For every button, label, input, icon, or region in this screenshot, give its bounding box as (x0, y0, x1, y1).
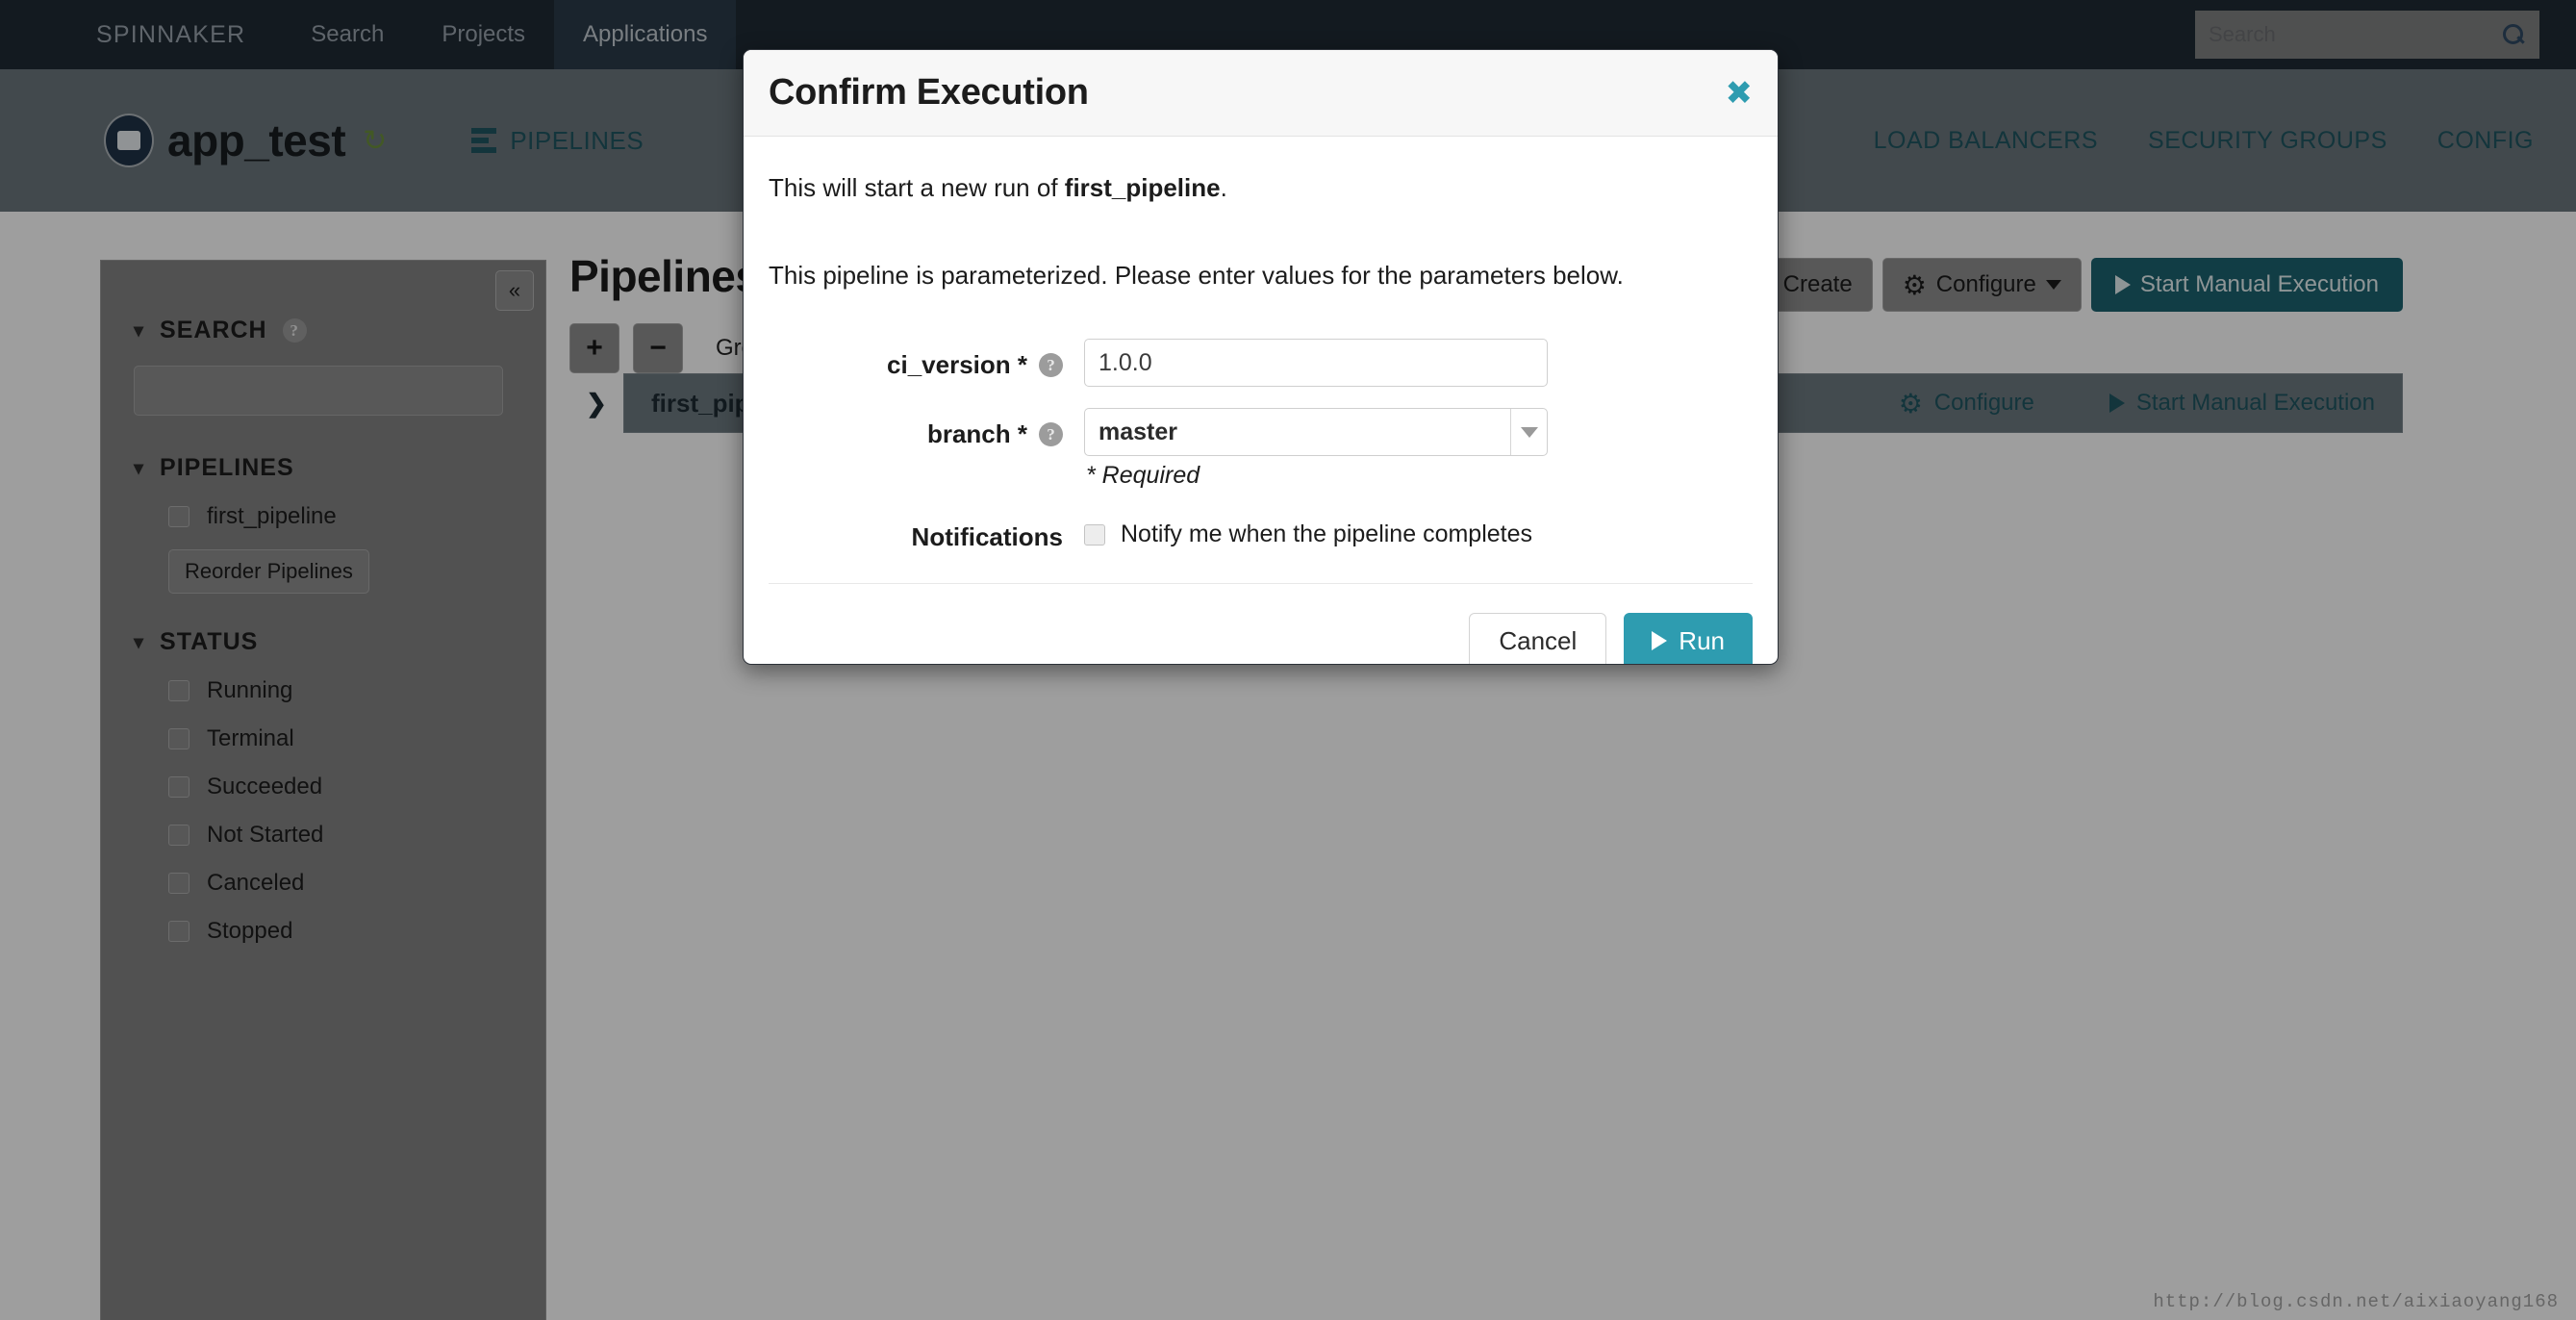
app-root: SPINNAKER Search Projects Applications a… (0, 0, 2576, 1320)
checkbox-icon[interactable] (1084, 523, 1105, 546)
modal-parameterized-note: This pipeline is parameterized. Please e… (769, 261, 1624, 290)
form-row-notifications: Notifications Notify me when the pipelin… (769, 511, 1753, 552)
parameters-form: ci_version * ? branch * ? master (769, 339, 1753, 552)
modal-title: Confirm Execution (769, 72, 1089, 113)
notifications-control: Notify me when the pipeline completes (1084, 511, 1753, 548)
modal-intro-pipeline-name: first_pipeline (1064, 173, 1221, 202)
ci-version-label-group: ci_version * ? (769, 339, 1084, 380)
close-icon[interactable]: ✖ (1726, 74, 1754, 113)
notifications-checkbox-label: Notify me when the pipeline completes (1121, 520, 1533, 547)
form-row-branch: branch * ? master * Required (769, 408, 1753, 490)
ci-version-input[interactable] (1084, 339, 1548, 387)
branch-control: master * Required (1084, 408, 1753, 490)
notifications-checkbox-row[interactable]: Notify me when the pipeline completes (1084, 511, 1753, 548)
run-button[interactable]: Run (1624, 613, 1753, 664)
help-icon[interactable]: ? (1039, 353, 1063, 377)
ci-version-label: ci_version * (887, 350, 1027, 379)
branch-select-value: master (1099, 418, 1177, 445)
modal-body: This will start a new run of first_pipel… (744, 137, 1778, 552)
modal-footer: Cancel Run (769, 583, 1753, 664)
form-row-ci-version: ci_version * ? (769, 339, 1753, 387)
branch-select[interactable]: master (1084, 408, 1548, 456)
ci-version-control (1084, 339, 1753, 387)
modal-header: Confirm Execution ✖ (744, 50, 1778, 137)
modal-intro-line: This will start a new run of first_pipel… (769, 169, 1753, 207)
branch-label: branch * (926, 419, 1027, 448)
help-icon[interactable]: ? (1039, 422, 1063, 446)
run-button-label: Run (1679, 625, 1725, 655)
required-note: * Required (1086, 462, 1200, 489)
chevron-down-icon[interactable] (1510, 409, 1547, 455)
confirm-execution-modal: Confirm Execution ✖ This will start a ne… (743, 49, 1779, 665)
notifications-label: Notifications (911, 522, 1063, 551)
branch-label-group: branch * ? (769, 408, 1084, 449)
cancel-button[interactable]: Cancel (1469, 613, 1607, 664)
play-icon (1652, 631, 1668, 650)
modal-intro-prefix: This will start a new run of (769, 173, 1065, 202)
modal-intro-suffix: . (1220, 173, 1227, 202)
